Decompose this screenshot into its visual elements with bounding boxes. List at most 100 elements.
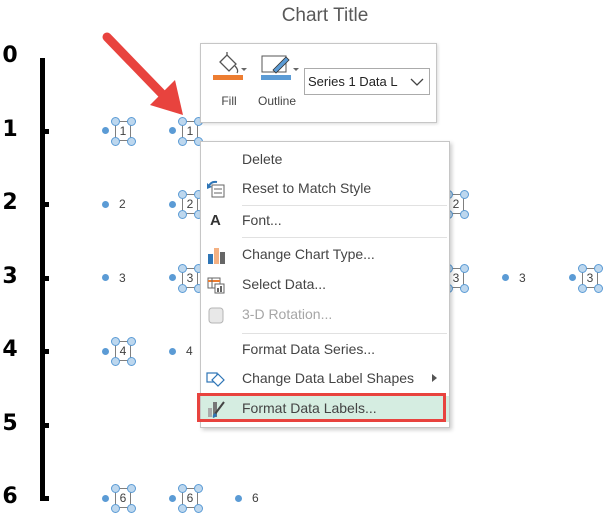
- axis-tick-label: 6: [2, 484, 18, 509]
- selection-handle[interactable]: [111, 484, 120, 493]
- menu-item-format-data-labels[interactable]: Format Data Labels...: [201, 396, 449, 422]
- axis-tick-label: 1: [2, 116, 18, 142]
- label-shapes-icon: [206, 372, 225, 387]
- selection-handle[interactable]: [127, 484, 136, 493]
- axis-tick-mark: [40, 128, 49, 134]
- paint-bucket-icon: [213, 52, 247, 80]
- selection-handle[interactable]: [111, 504, 120, 513]
- selection-handle[interactable]: [111, 337, 120, 346]
- selection-handle[interactable]: [594, 283, 603, 293]
- data-point-marker[interactable]: [101, 494, 109, 502]
- axis-tick-label: 5: [2, 410, 18, 436]
- data-label[interactable]: 3: [519, 271, 526, 285]
- fill-label: Fill: [221, 94, 237, 108]
- mini-toolbar: Fill Outline Series 1 Data L: [200, 43, 437, 123]
- data-point-marker[interactable]: [501, 274, 509, 281]
- selection-handle[interactable]: [178, 210, 187, 219]
- menu-separator: [242, 237, 447, 238]
- chart-title[interactable]: Chart Title: [0, 5, 612, 27]
- menu-separator: [242, 333, 447, 334]
- chart-type-icon: [208, 248, 225, 264]
- data-label[interactable]: 3: [119, 271, 126, 285]
- axis-tick-label: 4: [2, 337, 18, 362]
- selection-handle[interactable]: [127, 357, 136, 366]
- submenu-arrow-icon: [432, 374, 437, 382]
- font-icon: A: [210, 212, 221, 229]
- data-label[interactable]: 4: [186, 344, 193, 358]
- menu-item-label: Format Data Series...: [242, 341, 376, 357]
- context-menu: Delete Reset to Match Style A Font... Ch…: [200, 141, 450, 428]
- menu-item-format-data-series[interactable]: Format Data Series...: [201, 337, 449, 363]
- annotation-arrow: [102, 32, 183, 115]
- menu-item-label: Reset to Match Style: [242, 180, 372, 196]
- outline-color-swatch: [261, 75, 291, 80]
- fill-color-swatch: [213, 75, 243, 80]
- chevron-down-icon: [409, 69, 425, 102]
- format-labels-icon: [208, 401, 225, 418]
- selection-handle[interactable]: [194, 504, 203, 513]
- axis-tick-mark: [40, 275, 49, 281]
- selection-handle[interactable]: [178, 136, 187, 146]
- menu-item-label: Delete: [242, 151, 283, 167]
- data-point-marker[interactable]: [568, 274, 576, 281]
- selection-handle[interactable]: [178, 283, 187, 293]
- menu-item-label: Font...: [242, 212, 282, 228]
- selection-handle[interactable]: [127, 136, 136, 146]
- selection-handle[interactable]: [178, 263, 187, 273]
- data-point-marker[interactable]: [168, 494, 176, 502]
- selection-handle[interactable]: [178, 484, 187, 493]
- rotation-3d-icon: [208, 307, 224, 324]
- outline-label: Outline: [257, 94, 297, 108]
- selection-handle[interactable]: [127, 337, 136, 346]
- data-point-marker[interactable]: [101, 274, 109, 281]
- menu-item-label: Select Data...: [242, 276, 327, 292]
- select-data-icon: [207, 277, 225, 294]
- data-label[interactable]: 6: [252, 491, 259, 505]
- menu-separator: [242, 205, 447, 206]
- axis-tick-mark: [40, 422, 49, 428]
- menu-item-change-data-label-shapes[interactable]: Change Data Label Shapes: [201, 366, 449, 392]
- data-point-marker[interactable]: [168, 127, 176, 134]
- selection-handle[interactable]: [127, 504, 136, 513]
- selection-handle[interactable]: [178, 504, 187, 513]
- reset-style-icon: [207, 180, 225, 198]
- selection-handle[interactable]: [594, 263, 603, 273]
- data-point-marker[interactable]: [168, 347, 176, 355]
- selection-handle[interactable]: [460, 263, 469, 273]
- chart-element-select[interactable]: Series 1 Data L: [304, 68, 430, 95]
- selection-handle[interactable]: [460, 210, 469, 219]
- data-point-marker[interactable]: [168, 200, 176, 208]
- selection-handle[interactable]: [111, 357, 120, 366]
- menu-item-reset-to-match-style[interactable]: Reset to Match Style: [201, 176, 449, 202]
- axis-tick-mark: [40, 202, 49, 207]
- data-point-marker[interactable]: [101, 200, 109, 208]
- axis-tick-label: 2: [2, 190, 18, 215]
- selection-handle[interactable]: [111, 136, 120, 146]
- menu-item-3d-rotation[interactable]: 3-D Rotation...: [201, 302, 449, 328]
- chart-element-select-value: Series 1 Data L: [308, 74, 398, 89]
- menu-item-label: Change Chart Type...: [242, 246, 375, 262]
- data-label[interactable]: 2: [119, 197, 126, 211]
- menu-item-label: Change Data Label Shapes: [242, 370, 415, 386]
- selection-handle[interactable]: [460, 190, 469, 199]
- selection-handle[interactable]: [578, 263, 587, 273]
- data-point-marker[interactable]: [101, 347, 109, 355]
- menu-item-delete[interactable]: Delete: [201, 147, 449, 173]
- data-point-marker[interactable]: [101, 127, 109, 134]
- selection-handle[interactable]: [460, 283, 469, 293]
- data-point-marker[interactable]: [234, 494, 242, 502]
- menu-item-label: Format Data Labels...: [242, 400, 377, 416]
- menu-item-change-chart-type[interactable]: Change Chart Type...: [201, 242, 449, 268]
- axis-tick-label: 0: [2, 43, 18, 68]
- menu-item-font[interactable]: A Font...: [201, 208, 449, 234]
- axis-tick-mark: [40, 496, 49, 501]
- pencil-outline-icon: [261, 55, 299, 80]
- data-point-marker[interactable]: [168, 274, 176, 281]
- selection-handle[interactable]: [578, 283, 587, 293]
- menu-item-label: 3-D Rotation...: [242, 306, 333, 322]
- selection-handle[interactable]: [194, 484, 203, 493]
- menu-item-select-data[interactable]: Select Data...: [201, 272, 449, 298]
- axis-tick-mark: [40, 349, 49, 354]
- axis-tick-label: 3: [2, 263, 18, 289]
- selection-handle[interactable]: [178, 190, 187, 199]
